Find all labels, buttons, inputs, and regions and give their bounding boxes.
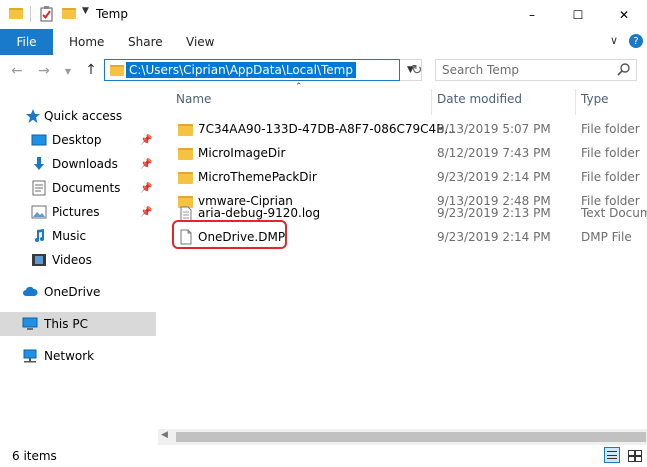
pin-icon[interactable]: 📌 xyxy=(140,135,152,146)
file-type: File folder xyxy=(581,170,640,184)
details-view-icon[interactable] xyxy=(604,447,620,463)
folder-icon[interactable] xyxy=(9,8,23,19)
up-arrow-icon[interactable]: ↑ xyxy=(83,62,99,78)
sidebar-item-desktop[interactable]: Desktop 📌 xyxy=(0,128,156,152)
tab-file[interactable]: File xyxy=(0,29,53,55)
forward-arrow-icon[interactable]: → xyxy=(36,63,52,79)
file-date: 8/12/2019 7:43 PM xyxy=(437,146,551,160)
computer-icon xyxy=(22,317,38,330)
folder-icon xyxy=(178,148,193,160)
file-type: File folder xyxy=(581,146,640,160)
sidebar-item-this-pc[interactable]: This PC xyxy=(0,312,156,336)
sort-indicator-icon: ⌃ xyxy=(295,82,303,92)
column-header-type[interactable]: Type xyxy=(581,92,609,106)
refresh-icon[interactable]: ↻ xyxy=(406,59,428,81)
sidebar-item-downloads[interactable]: Downloads 📌 xyxy=(0,152,156,176)
file-date: 9/13/2019 5:07 PM xyxy=(437,122,551,136)
network-icon xyxy=(23,349,37,363)
star-icon xyxy=(26,109,40,123)
search-placeholder: Search Temp xyxy=(442,63,520,77)
desktop-icon xyxy=(31,134,47,146)
sidebar-item-label: Network xyxy=(44,349,95,363)
maximize-button[interactable]: ☐ xyxy=(555,0,601,29)
file-row[interactable]: 7C34AA90-133D-47DB-A8F7-086C79C4B... 9/1… xyxy=(172,118,647,142)
file-type: Text Docume xyxy=(581,206,647,220)
videos-icon xyxy=(32,254,46,266)
navigation-pane: Quick access Desktop 📌 Downloads 📌 Docum… xyxy=(0,89,156,445)
expand-ribbon-icon[interactable]: ∨ xyxy=(610,34,618,47)
sidebar-item-label: Pictures xyxy=(52,205,100,219)
window-title: Temp xyxy=(96,7,128,21)
sidebar-item-label: Videos xyxy=(52,253,92,267)
address-path[interactable]: C:\Users\Ciprian\AppData\Local\Temp xyxy=(126,62,356,78)
cloud-icon xyxy=(23,286,38,296)
highlight-ring xyxy=(172,220,287,249)
column-header-date[interactable]: Date modified xyxy=(437,92,522,106)
recent-locations-icon[interactable]: ▼ xyxy=(60,63,76,79)
tab-home[interactable]: Home xyxy=(69,35,104,49)
sidebar-item-documents[interactable]: Documents 📌 xyxy=(0,176,156,200)
documents-icon xyxy=(32,180,46,196)
quick-access-separator xyxy=(30,6,31,22)
download-icon xyxy=(34,157,44,170)
file-date: 9/23/2019 2:14 PM xyxy=(437,230,551,244)
music-icon xyxy=(35,229,44,242)
file-type: DMP File xyxy=(581,230,632,244)
file-row[interactable]: MicroThemePackDir 9/23/2019 2:14 PM File… xyxy=(172,166,647,190)
sidebar-item-onedrive[interactable]: OneDrive xyxy=(0,280,156,304)
ribbon-tabs: File Home Share View ∨ ? xyxy=(0,29,647,56)
sidebar-item-label: This PC xyxy=(44,317,88,331)
tab-share[interactable]: Share xyxy=(128,35,163,49)
sidebar-item-network[interactable]: Network xyxy=(0,344,156,368)
sidebar-item-pictures[interactable]: Pictures 📌 xyxy=(0,200,156,224)
sidebar-item-label: Documents xyxy=(52,181,121,195)
tab-view[interactable]: View xyxy=(186,35,214,49)
customize-quick-access-icon[interactable]: ▼ xyxy=(82,6,89,16)
close-button[interactable]: ✕ xyxy=(601,0,647,29)
pictures-icon xyxy=(31,205,47,219)
file-name: aria-debug-9120.log xyxy=(198,206,321,220)
new-folder-icon[interactable] xyxy=(62,8,76,19)
scroll-left-icon[interactable]: ◀ xyxy=(161,430,168,440)
help-icon[interactable]: ? xyxy=(629,34,643,48)
sidebar-item-music[interactable]: Music xyxy=(0,224,156,248)
back-arrow-icon[interactable]: ← xyxy=(9,63,25,79)
large-icons-view-icon[interactable] xyxy=(626,447,642,463)
pin-icon[interactable]: 📌 xyxy=(140,207,152,218)
file-name: MicroImageDir xyxy=(198,146,286,160)
sidebar-item-videos[interactable]: Videos xyxy=(0,248,156,272)
file-date: 9/23/2019 2:13 PM xyxy=(437,206,551,220)
item-count: 6 items xyxy=(12,449,57,463)
status-bar xyxy=(0,445,647,467)
folder-icon xyxy=(178,124,193,136)
properties-icon[interactable] xyxy=(40,6,54,22)
file-name: 7C34AA90-133D-47DB-A8F7-086C79C4B... xyxy=(198,122,456,136)
file-type: File folder xyxy=(581,122,640,136)
sidebar-item-label: Music xyxy=(52,229,87,243)
scrollbar-thumb[interactable] xyxy=(176,432,646,442)
column-header-name[interactable]: Name xyxy=(176,92,211,106)
sidebar-item-label: Quick access xyxy=(44,109,123,123)
folder-icon xyxy=(178,172,193,184)
sidebar-item-label: Downloads xyxy=(52,157,118,171)
address-folder-icon xyxy=(110,65,124,76)
sidebar-item-label: OneDrive xyxy=(44,285,101,299)
search-icon[interactable] xyxy=(617,62,631,76)
minimize-button[interactable]: – xyxy=(509,0,555,29)
file-name: MicroThemePackDir xyxy=(198,170,317,184)
pin-icon[interactable]: 📌 xyxy=(140,159,152,170)
pin-icon[interactable]: 📌 xyxy=(140,183,152,194)
sidebar-item-label: Desktop xyxy=(52,133,102,147)
column-separator[interactable] xyxy=(575,89,576,115)
file-date: 9/23/2019 2:14 PM xyxy=(437,170,551,184)
file-row[interactable]: MicroImageDir 8/12/2019 7:43 PM File fol… xyxy=(172,142,647,166)
title-bar: ▼ Temp – ☐ ✕ xyxy=(0,0,647,29)
column-separator[interactable] xyxy=(431,89,432,115)
sidebar-item-quick-access[interactable]: Quick access xyxy=(0,104,156,128)
